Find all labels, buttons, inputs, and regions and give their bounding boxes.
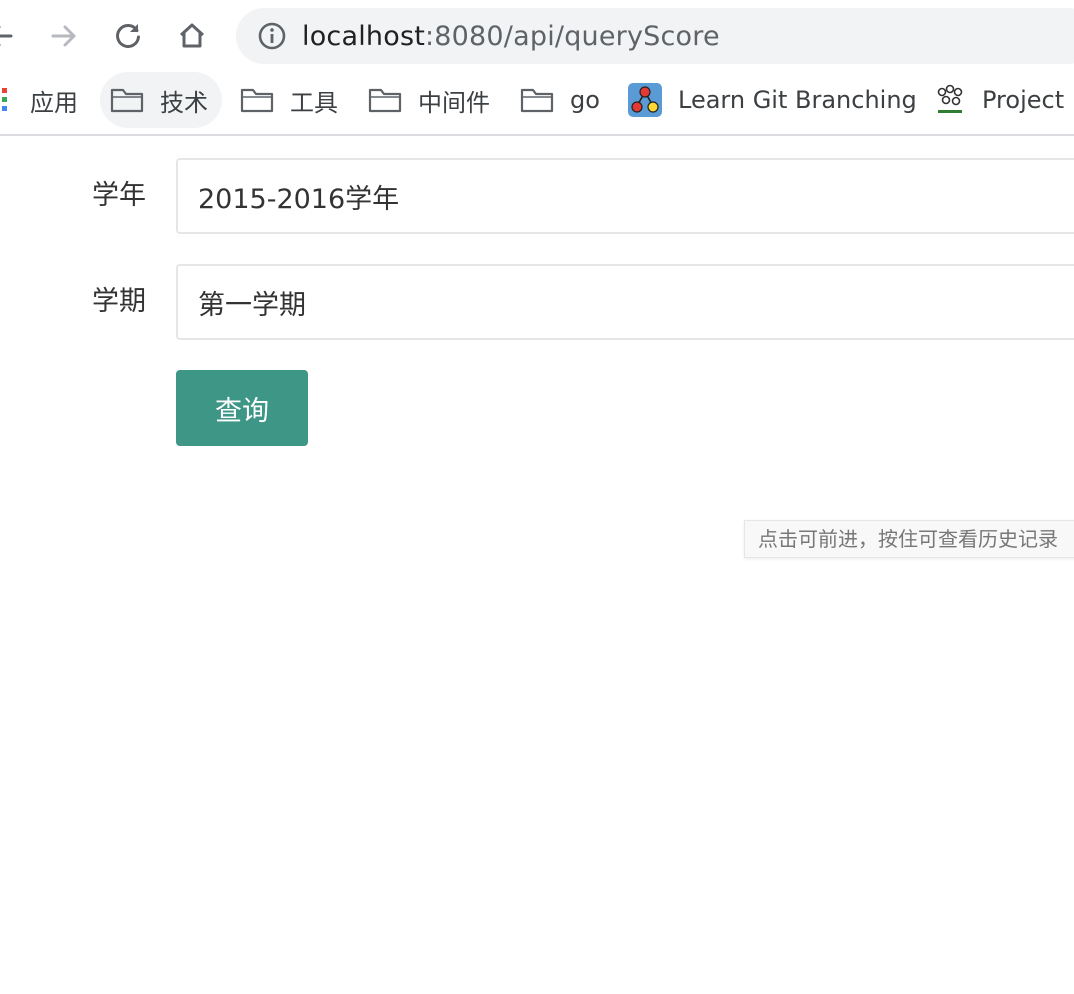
bookmark-label: 技术 — [160, 88, 208, 117]
forward-tooltip: 点击可前进，按住可查看历史记录 — [744, 520, 1074, 558]
url-host: localhost — [302, 20, 425, 52]
bookmark-folder-tech[interactable]: 技术 — [100, 72, 222, 128]
home-button[interactable] — [170, 14, 214, 58]
bookmark-label: go — [570, 86, 600, 114]
term-input[interactable] — [176, 264, 1074, 340]
arrow-right-icon — [49, 21, 79, 51]
bookmark-apps[interactable]: 应用 — [0, 72, 78, 128]
year-label: 学年 — [92, 180, 146, 211]
bookmark-folder-go[interactable]: go — [520, 72, 600, 128]
year-row: 学年 — [0, 158, 1074, 234]
folder-icon — [110, 87, 144, 113]
term-row: 学期 — [0, 264, 1074, 340]
dromara-icon — [934, 84, 966, 116]
folder-icon — [368, 87, 402, 113]
home-icon — [177, 21, 207, 51]
git-branching-icon — [628, 83, 662, 117]
folder-icon — [240, 87, 274, 113]
bookmark-folder-tools[interactable]: 工具 — [240, 72, 338, 128]
bookmark-label: 应用 — [30, 88, 78, 117]
reload-button[interactable] — [106, 14, 150, 58]
forward-button[interactable] — [42, 14, 86, 58]
address-bar[interactable]: localhost:8080/api/queryScore — [236, 8, 1074, 64]
url-path: :8080/api/queryScore — [425, 20, 720, 52]
bookmark-label: 中间件 — [418, 88, 490, 117]
browser-toolbar: localhost:8080/api/queryScore — [0, 0, 1074, 72]
year-input[interactable] — [176, 158, 1074, 234]
bookmark-label: Learn Git Branching — [678, 86, 917, 114]
bookmark-label: 工具 — [290, 88, 338, 117]
bookmark-learn-git-branching[interactable]: Learn Git Branching — [628, 72, 917, 128]
back-button[interactable] — [0, 14, 22, 58]
folder-icon — [520, 87, 554, 113]
bookmarks-bar: 应用 技术 工具 中间件 go Learn Git Branching Proj… — [0, 72, 1074, 136]
query-button[interactable]: 查询 — [176, 370, 308, 446]
bookmark-project[interactable]: Project — [934, 72, 1064, 128]
url-text: localhost:8080/api/queryScore — [302, 21, 720, 52]
apps-grid-icon — [0, 87, 14, 113]
reload-icon — [113, 21, 143, 51]
bookmark-label: Project — [982, 86, 1065, 114]
bookmark-folder-middleware[interactable]: 中间件 — [368, 72, 490, 128]
term-label: 学期 — [92, 286, 146, 317]
arrow-left-icon — [0, 21, 15, 51]
info-icon[interactable] — [256, 20, 288, 52]
